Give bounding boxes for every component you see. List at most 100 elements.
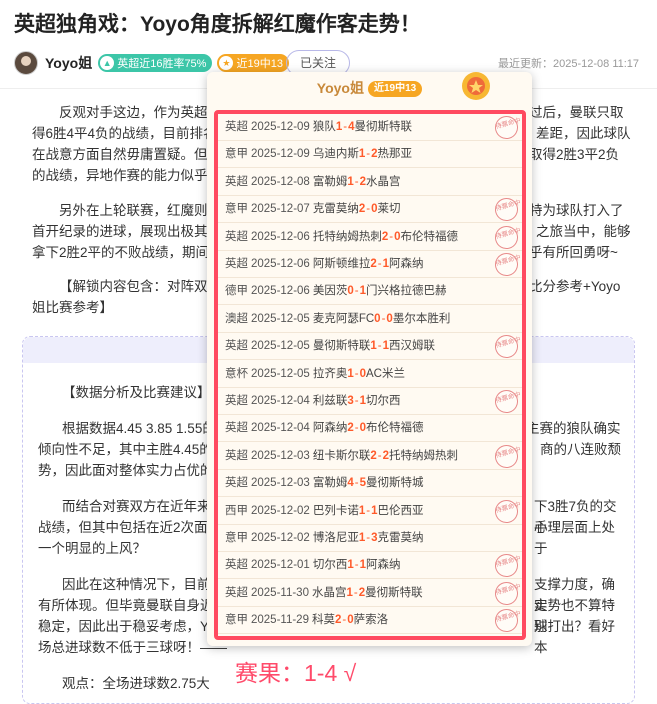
- record-row[interactable]: 英超 2025-12-08 富勒姆1-2水晶宫: [218, 169, 522, 196]
- record-row[interactable]: 英超 2025-12-09 狼队1-4曼彻斯特联 待票命中: [218, 113, 522, 142]
- text-line: 差距，因此球队: [536, 126, 631, 141]
- record-home-score: 1: [335, 121, 343, 133]
- record-home-score: 1: [347, 367, 354, 380]
- record-row[interactable]: 英超 2025-12-03 纽卡斯尔联2-2托特纳姆热刺 待票命中: [218, 442, 522, 471]
- hit-stamp-icon: 待票命中: [492, 551, 522, 580]
- record-date: 2025-12-01: [251, 559, 310, 572]
- record-row[interactable]: 意甲 2025-11-29 科莫2-0萨索洛 待票命中: [218, 606, 522, 635]
- record-away-team: 阿森纳: [388, 258, 424, 270]
- score-separator: -: [353, 586, 358, 599]
- record-date: 2025-12-05: [251, 367, 310, 380]
- record-home-score: 2: [370, 449, 377, 462]
- record-popup[interactable]: Yoyo姐 近19中13 英超 2025-12-09 狼队1-4曼彻斯特联 待票命中 意甲…: [207, 72, 532, 646]
- record-league: 英超: [225, 340, 248, 353]
- popup-badge: 近19中13: [367, 81, 423, 97]
- record-row[interactable]: 意甲 2025-12-07 克雷莫纳2-0莱切 待票命中: [218, 195, 522, 224]
- score-separator: -: [354, 367, 359, 380]
- record-league: 英超: [225, 230, 248, 243]
- text-line: 姐比赛参考】: [32, 300, 113, 315]
- record-home-team: 富勒姆: [312, 477, 348, 490]
- streak-badge: ▲ 英超近16胜率75%: [98, 54, 213, 72]
- record-date: 2025-11-30: [251, 586, 309, 599]
- record-row[interactable]: 英超 2025-12-01 切尔西1-1阿森纳 待票命中: [218, 551, 522, 580]
- score-separator: -: [366, 532, 371, 544]
- record-away-team: 水晶宫: [365, 175, 401, 188]
- record-home-team: 巴列卡诺: [312, 504, 359, 517]
- record-home-team: 科莫: [311, 614, 335, 627]
- text-line: 势，因此面对整体实力占优的曼: [38, 463, 227, 478]
- record-row[interactable]: 英超 2025-12-05 曼彻斯特联1-1西汉姆联 待票命中: [218, 332, 522, 361]
- record-row[interactable]: 意杯 2025-12-05 拉齐奥1-0AC米兰: [218, 361, 522, 388]
- record-home-score: 4: [347, 477, 354, 490]
- record-date: 2025-12-03: [251, 449, 310, 462]
- text-line: 稳定，因此出于稳妥考虑，Yoy: [38, 619, 223, 634]
- record-list: 英超 2025-12-09 狼队1-4曼彻斯特联 待票命中 意甲 2025-12-09 乌迪…: [214, 110, 526, 640]
- score-separator: -: [354, 422, 359, 435]
- record-row[interactable]: 英超 2025-12-03 富勒姆4-5曼彻斯特城: [218, 470, 522, 498]
- score-separator: -: [377, 449, 382, 462]
- record-away-team: 门兴格拉德巴赫: [365, 285, 447, 298]
- record-league: 英超: [225, 559, 248, 572]
- hit-stamp-icon: 待票命中: [492, 332, 522, 361]
- record-date: 2025-11-29: [251, 614, 309, 627]
- score-separator: -: [377, 340, 382, 353]
- record-date: 2025-12-06: [251, 285, 310, 298]
- text-line: 一个明显的上风？: [38, 541, 146, 556]
- record-home-score: 2: [334, 614, 342, 627]
- article-title: 英超独角戏：Yoyo角度拆解红魔作客走势！: [14, 13, 421, 36]
- record-away-team: 阿森纳: [365, 559, 401, 572]
- record-league: 英超: [225, 586, 248, 599]
- record-away-team: 萨索洛: [353, 614, 389, 627]
- score-separator: -: [342, 614, 347, 627]
- author-name[interactable]: Yoyo姐: [45, 53, 92, 73]
- record-home-team: 博洛尼亚: [312, 532, 359, 544]
- record-home-score: 0: [374, 312, 381, 325]
- record-home-score: 2: [347, 422, 354, 435]
- record-row[interactable]: 英超 2025-12-06 阿斯顿维拉2-1阿森纳 待票命中: [218, 250, 522, 279]
- avatar[interactable]: [14, 51, 38, 75]
- text-line: 反观对手这边，作为英超传: [59, 105, 221, 120]
- score-separator: -: [354, 175, 359, 188]
- hit-stamp-icon: 待票命中: [492, 250, 522, 279]
- record-row[interactable]: 意甲 2025-12-02 博洛尼亚1-3克雷莫纳: [218, 525, 522, 552]
- record-home-score: 1: [358, 504, 366, 517]
- hit-stamp-icon: 待票命中: [492, 606, 522, 635]
- record-home-team: 麦克阿瑟FC: [312, 312, 375, 325]
- hit-stamp-icon: 待票命中: [492, 387, 522, 416]
- record-row[interactable]: 德甲 2025-12-06 美因茨0-1门兴格拉德巴赫: [218, 278, 522, 306]
- score-separator: -: [381, 312, 386, 325]
- record-away-team: 曼彻斯特联: [365, 586, 423, 599]
- record-row[interactable]: 西甲 2025-12-02 巴列卡诺1-1巴伦西亚 待票命中: [218, 497, 522, 526]
- text-line: 战绩，但其中包括在近2次面对: [38, 520, 222, 535]
- text-line: 得6胜4平4负的战绩，目前排名: [32, 126, 217, 141]
- record-date: 2025-12-06: [251, 258, 310, 270]
- text-line: 主赛的狼队确实: [526, 421, 621, 436]
- record-away-team: 曼彻斯特城: [365, 477, 424, 490]
- text-line: 商的八连败颓: [540, 442, 621, 457]
- record-away-team: 西汉姆联: [388, 340, 435, 353]
- record-row[interactable]: 英超 2025-12-06 托特纳姆热刺2-0布伦特福德 待票命中: [218, 223, 522, 252]
- hit-stamp-icon: 待票命中: [492, 497, 522, 526]
- text-line: 另外在上轮联赛，红魔则在: [59, 203, 221, 218]
- record-league: 英超: [225, 258, 248, 270]
- record-away-team: 托特纳姆热刺: [388, 449, 458, 462]
- record-away-team: 切尔西: [365, 395, 401, 407]
- score-separator: -: [389, 230, 394, 243]
- streak-badge-label: 英超近16胜率75%: [117, 58, 207, 70]
- record-row[interactable]: 英超 2025-12-04 阿森纳2-0布伦特福德: [218, 415, 522, 443]
- record-date: 2025-12-05: [251, 340, 310, 353]
- record-date: 2025-12-04: [251, 395, 310, 407]
- hit-stamp-icon: 待票命中: [492, 113, 522, 142]
- record-row[interactable]: 英超 2025-12-04 利兹联3-1切尔西 待票命中: [218, 387, 522, 416]
- medal-icon: [462, 72, 490, 100]
- up-arrow-icon: ▲: [100, 56, 115, 70]
- text-line: 比分参考+Yoyo: [529, 279, 621, 294]
- record-league: 英超: [225, 121, 248, 133]
- record-row[interactable]: 意甲 2025-12-09 乌迪内斯1-2热那亚: [218, 141, 522, 169]
- text-line: 之旅当中，能够: [536, 224, 631, 239]
- record-league: 意甲: [225, 203, 248, 216]
- record-home-team: 曼彻斯特联: [312, 340, 371, 353]
- record-row[interactable]: 英超 2025-11-30 水晶宫1-2曼彻斯特联 待票命中: [218, 579, 522, 608]
- text-line: 场总进球数不低于三球呀！——: [38, 640, 227, 655]
- record-row[interactable]: 澳超 2025-12-05 麦克阿瑟FC0-0墨尔本胜利: [218, 306, 522, 333]
